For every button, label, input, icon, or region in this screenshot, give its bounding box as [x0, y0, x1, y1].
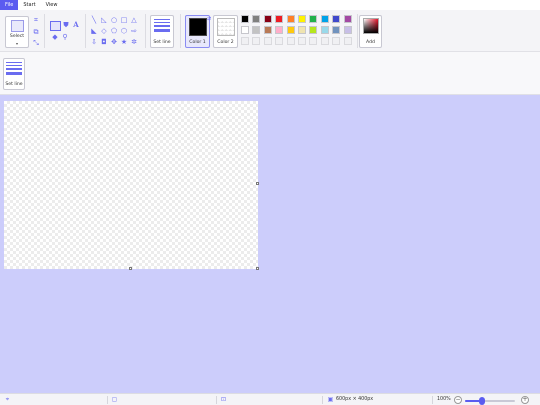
set-line-button[interactable]: Set line	[150, 15, 174, 48]
curve-shape-icon[interactable]: ◺	[100, 16, 108, 24]
empty-color-slot[interactable]	[320, 37, 329, 45]
options-toolbar: Set line	[0, 52, 540, 95]
palette-swatch[interactable]	[275, 26, 284, 34]
select-button[interactable]: Select ▾	[5, 16, 29, 48]
triangle-shape-icon[interactable]: △	[130, 16, 138, 24]
eraser-icon[interactable]: ◆	[51, 33, 59, 41]
select-rect-icon	[11, 20, 24, 32]
empty-color-slot[interactable]	[263, 37, 272, 45]
menu-bar: File Start View	[0, 0, 540, 10]
crop-icon[interactable]: ⌗	[32, 16, 40, 24]
set-line-options-label: Set line	[5, 82, 23, 87]
callout-shape-icon[interactable]: ◘	[100, 38, 108, 46]
palette-swatch[interactable]	[332, 15, 341, 23]
empty-color-slot[interactable]	[252, 37, 261, 45]
cross-shape-icon[interactable]: ✥	[110, 38, 118, 46]
palette-swatch[interactable]	[343, 15, 352, 23]
resize-handle-bottom[interactable]	[129, 267, 132, 270]
palette-swatch[interactable]	[263, 15, 272, 23]
ribbon: Select ▾ ⌗ ⧉ ⤡ ⛊ A ◆ ⚲ ╲ ◺ ○ □ △ ◣ ◇ ⬠ ⬡…	[0, 10, 540, 52]
empty-color-slot[interactable]	[286, 37, 295, 45]
menu-file[interactable]: File	[0, 0, 19, 10]
rotate-icon[interactable]: ⤡	[32, 39, 40, 47]
status-bar: ⌖ ▢ ⊡ ▣ 600px × 400px 100% − +	[0, 393, 540, 405]
palette-swatch[interactable]	[298, 15, 306, 23]
color2-label: Color 2	[217, 40, 234, 45]
palette-swatch[interactable]	[320, 26, 329, 34]
diamond-shape-icon[interactable]: ◇	[100, 27, 108, 35]
canvas-size-icon: ▣	[327, 396, 334, 403]
fill-bucket-icon[interactable]: ⛊	[62, 21, 70, 29]
palette-swatch[interactable]	[252, 26, 261, 34]
canvas-size-text: 600px × 400px	[336, 397, 374, 402]
empty-color-slot[interactable]	[309, 37, 318, 45]
color1-swatch	[189, 18, 207, 36]
resize-handle-right[interactable]	[256, 182, 259, 185]
empty-color-slot[interactable]	[275, 37, 284, 45]
zoom-in-button[interactable]: +	[521, 396, 529, 404]
color1-label: Color 1	[189, 40, 206, 45]
zoom-level-text: 100%	[437, 397, 451, 402]
zoom-out-button[interactable]: −	[454, 396, 462, 404]
menu-start[interactable]: Start	[18, 0, 40, 10]
arrow-down-shape-icon[interactable]: ⇩	[90, 38, 98, 46]
oval-shape-icon[interactable]: ○	[110, 16, 118, 24]
arrow-right-shape-icon[interactable]: ⇨	[130, 27, 138, 35]
star-shape-icon[interactable]: ★	[120, 38, 128, 46]
palette-swatch[interactable]	[343, 26, 352, 34]
palette-swatch[interactable]	[332, 26, 341, 34]
color-spectrum-icon	[363, 18, 379, 34]
empty-color-slot[interactable]	[298, 37, 306, 45]
empty-color-slot[interactable]	[343, 37, 352, 45]
zoom-slider-thumb[interactable]	[478, 397, 485, 405]
color2-button[interactable]: Color 2	[213, 15, 238, 48]
image-size-icon: ⊡	[220, 396, 227, 403]
empty-color-slot[interactable]	[332, 37, 341, 45]
add-label: Add	[366, 40, 375, 45]
chevron-down-icon: ▾	[15, 41, 18, 46]
palette-swatch[interactable]	[320, 15, 329, 23]
zoom-slider[interactable]	[465, 400, 515, 402]
resize-handle-corner[interactable]	[256, 267, 259, 270]
color-picker-icon[interactable]: ⚲	[61, 33, 69, 41]
palette-swatch[interactable]	[286, 26, 295, 34]
rectangle-shape-icon[interactable]: □	[120, 16, 128, 24]
palette-swatch[interactable]	[286, 15, 295, 23]
image-tool-icon[interactable]	[50, 21, 61, 31]
palette-swatch[interactable]	[275, 15, 284, 23]
cursor-position-icon: ⌖	[5, 396, 10, 403]
palette-swatch[interactable]	[309, 26, 318, 34]
line-width-icon	[6, 62, 22, 77]
select-label: Select	[9, 34, 25, 39]
color-palette	[241, 15, 355, 48]
add-color-button[interactable]: Add	[359, 15, 382, 48]
menu-view[interactable]: View	[41, 0, 63, 10]
palette-swatch[interactable]	[263, 26, 272, 34]
resize-icon[interactable]: ⧉	[32, 28, 40, 36]
palette-swatch[interactable]	[241, 15, 249, 23]
set-line-label: Set line	[153, 40, 171, 45]
hexagon-shape-icon[interactable]: ⬡	[120, 27, 128, 35]
selection-size-icon: ▢	[111, 396, 118, 403]
pentagon-shape-icon[interactable]: ⬠	[110, 27, 118, 35]
gear-shape-icon[interactable]: ✲	[130, 38, 138, 46]
text-tool-icon[interactable]: A	[72, 21, 80, 29]
line-shape-icon[interactable]: ╲	[90, 16, 98, 24]
palette-swatch[interactable]	[309, 15, 318, 23]
drawing-canvas[interactable]	[4, 101, 258, 269]
empty-color-slot[interactable]	[241, 37, 249, 45]
color2-swatch	[217, 18, 235, 36]
right-triangle-shape-icon[interactable]: ◣	[90, 27, 98, 35]
set-line-options-button[interactable]: Set line	[3, 58, 25, 90]
palette-swatch[interactable]	[241, 26, 249, 34]
palette-swatch[interactable]	[252, 15, 261, 23]
line-width-icon	[154, 19, 170, 34]
palette-swatch[interactable]	[298, 26, 306, 34]
